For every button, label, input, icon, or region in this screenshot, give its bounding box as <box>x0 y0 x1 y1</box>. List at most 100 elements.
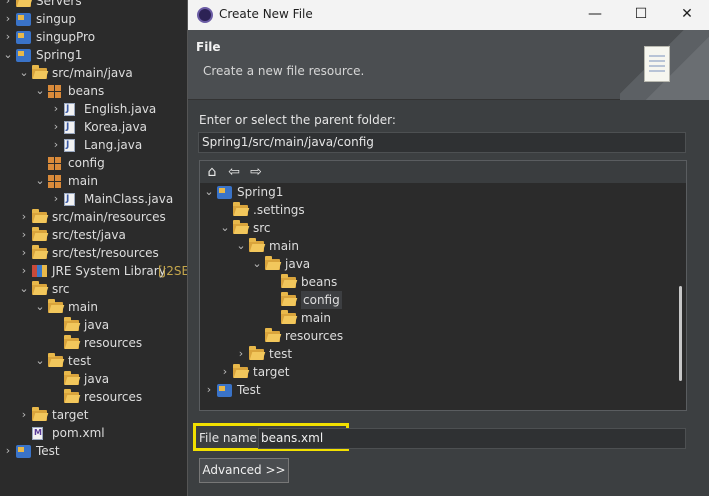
folder-icon <box>265 256 280 270</box>
folder-icon <box>48 353 63 367</box>
explorer-tree-item[interactable]: ⌄ Spring1 <box>0 46 190 64</box>
collapsed-chevron-icon[interactable]: › <box>2 442 14 460</box>
explorer-tree-item[interactable]: › target <box>0 406 190 424</box>
expanded-chevron-icon[interactable]: ⌄ <box>34 172 46 190</box>
close-button[interactable]: ✕ <box>664 0 709 30</box>
explorer-tree-item[interactable]: java <box>0 316 190 334</box>
forward-arrow-icon[interactable]: ⇨ <box>248 164 264 180</box>
tree-item-label: main <box>68 300 98 314</box>
explorer-tree-item[interactable]: ⌄ beans <box>0 82 190 100</box>
explorer-tree-item[interactable]: › singupPro <box>0 28 190 46</box>
collapsed-chevron-icon[interactable]: › <box>18 226 30 244</box>
collapsed-chevron-icon[interactable]: › <box>18 262 30 280</box>
explorer-tree-item[interactable]: config <box>0 154 190 172</box>
explorer-tree-item[interactable]: › singup <box>0 10 190 28</box>
explorer-tree-item[interactable]: ⌄ main <box>0 298 190 316</box>
folder-tree-item[interactable]: ⌄ java <box>200 255 670 273</box>
explorer-tree-item[interactable]: › English.java <box>0 100 190 118</box>
folder-tree-item[interactable]: › test <box>200 345 670 363</box>
expanded-chevron-icon[interactable]: ⌄ <box>34 82 46 100</box>
folder-icon <box>32 407 47 421</box>
explorer-tree-item[interactable]: ⌄ test <box>0 352 190 370</box>
explorer-tree-item[interactable]: resources <box>0 388 190 406</box>
xml-file-icon <box>32 424 43 442</box>
collapsed-chevron-icon[interactable]: › <box>219 363 231 381</box>
minimize-button[interactable]: — <box>572 0 618 30</box>
collapsed-chevron-icon[interactable]: › <box>2 10 14 28</box>
folder-icon <box>281 310 296 324</box>
folder-icon <box>48 299 63 313</box>
back-arrow-icon[interactable]: ⇦ <box>226 164 242 180</box>
folder-tree[interactable]: ⌄ Spring1 .settings ⌄ src ⌄ main ⌄ java beans conf… <box>200 183 686 410</box>
explorer-tree-item[interactable]: › MainClass.java <box>0 190 190 208</box>
file-name-label: File name: <box>199 431 261 445</box>
folder-tree-item[interactable]: main <box>200 309 670 327</box>
expanded-chevron-icon[interactable]: ⌄ <box>219 219 231 237</box>
explorer-tree-item[interactable]: resources <box>0 334 190 352</box>
folder-tree-item[interactable]: ⌄ src <box>200 219 670 237</box>
tree-item-label: main <box>301 311 331 325</box>
expanded-chevron-icon[interactable]: ⌄ <box>235 237 247 255</box>
folder-tree-item[interactable]: resources <box>200 327 670 345</box>
java-file-icon <box>64 100 75 118</box>
tree-scrollbar[interactable] <box>679 286 682 381</box>
explorer-tree-item[interactable]: ⌄ main <box>0 172 190 190</box>
source-folder-icon <box>32 209 47 223</box>
wizard-banner: File Create a new file resource. <box>188 30 709 100</box>
explorer-tree-item[interactable]: › JRE System Library [J2SE <box>0 262 190 280</box>
explorer-tree-item[interactable]: java <box>0 370 190 388</box>
collapsed-chevron-icon[interactable]: › <box>18 208 30 226</box>
explorer-tree-item[interactable]: ⌄ src <box>0 280 190 298</box>
explorer-tree-item[interactable]: pom.xml <box>0 424 190 442</box>
collapsed-chevron-icon[interactable]: › <box>2 28 14 46</box>
expanded-chevron-icon[interactable]: ⌄ <box>18 64 30 82</box>
project-icon <box>16 49 31 62</box>
library-version-suffix: [J2SE <box>158 264 190 278</box>
folder-icon <box>281 292 296 306</box>
home-icon[interactable]: ⌂ <box>204 164 220 180</box>
folder-tree-item[interactable]: › target <box>200 363 670 381</box>
folder-tree-item[interactable]: .settings <box>200 201 670 219</box>
dialog-titlebar[interactable]: Create New File — ☐ ✕ <box>188 0 709 30</box>
explorer-tree-item[interactable]: › Servers <box>0 0 190 10</box>
expanded-chevron-icon[interactable]: ⌄ <box>18 280 30 298</box>
explorer-tree-item[interactable]: › Test <box>0 442 190 460</box>
advanced-button[interactable]: Advanced >> <box>199 458 289 483</box>
explorer-tree-item[interactable]: › src/main/resources <box>0 208 190 226</box>
collapsed-chevron-icon[interactable]: › <box>235 345 247 363</box>
explorer-tree-item[interactable]: ⌄ src/main/java <box>0 64 190 82</box>
tree-item-label: beans <box>68 84 105 98</box>
expanded-chevron-icon[interactable]: ⌄ <box>34 352 46 370</box>
expanded-chevron-icon[interactable]: ⌄ <box>2 46 14 64</box>
folder-tree-item[interactable]: ⌄ Spring1 <box>200 183 670 201</box>
collapsed-chevron-icon[interactable]: › <box>50 190 62 208</box>
folder-tree-item[interactable]: config <box>200 291 670 309</box>
expanded-chevron-icon[interactable]: ⌄ <box>203 183 215 201</box>
parent-folder-input[interactable]: Spring1/src/main/java/config <box>198 132 686 153</box>
expanded-chevron-icon[interactable]: ⌄ <box>251 255 263 273</box>
collapsed-chevron-icon[interactable]: › <box>2 0 14 10</box>
maximize-button[interactable]: ☐ <box>618 0 664 30</box>
package-icon <box>48 157 61 170</box>
explorer-tree-item[interactable]: › src/test/resources <box>0 244 190 262</box>
folder-icon <box>16 0 31 7</box>
file-name-input[interactable]: beans.xml <box>258 428 686 449</box>
collapsed-chevron-icon[interactable]: › <box>203 381 215 399</box>
collapsed-chevron-icon[interactable]: › <box>18 244 30 262</box>
collapsed-chevron-icon[interactable]: › <box>50 118 62 136</box>
folder-tree-item[interactable]: › Test <box>200 381 670 399</box>
expanded-chevron-icon[interactable]: ⌄ <box>34 298 46 316</box>
project-icon <box>217 384 232 397</box>
source-folder-icon <box>32 65 47 79</box>
tree-item-label: src/test/java <box>52 228 126 242</box>
folder-icon <box>64 371 79 385</box>
collapsed-chevron-icon[interactable]: › <box>50 100 62 118</box>
collapsed-chevron-icon[interactable]: › <box>18 406 30 424</box>
folder-icon <box>64 317 79 331</box>
folder-tree-item[interactable]: beans <box>200 273 670 291</box>
folder-tree-item[interactable]: ⌄ main <box>200 237 670 255</box>
explorer-tree-item[interactable]: › Korea.java <box>0 118 190 136</box>
explorer-tree-item[interactable]: › Lang.java <box>0 136 190 154</box>
explorer-tree-item[interactable]: › src/test/java <box>0 226 190 244</box>
collapsed-chevron-icon[interactable]: › <box>50 136 62 154</box>
